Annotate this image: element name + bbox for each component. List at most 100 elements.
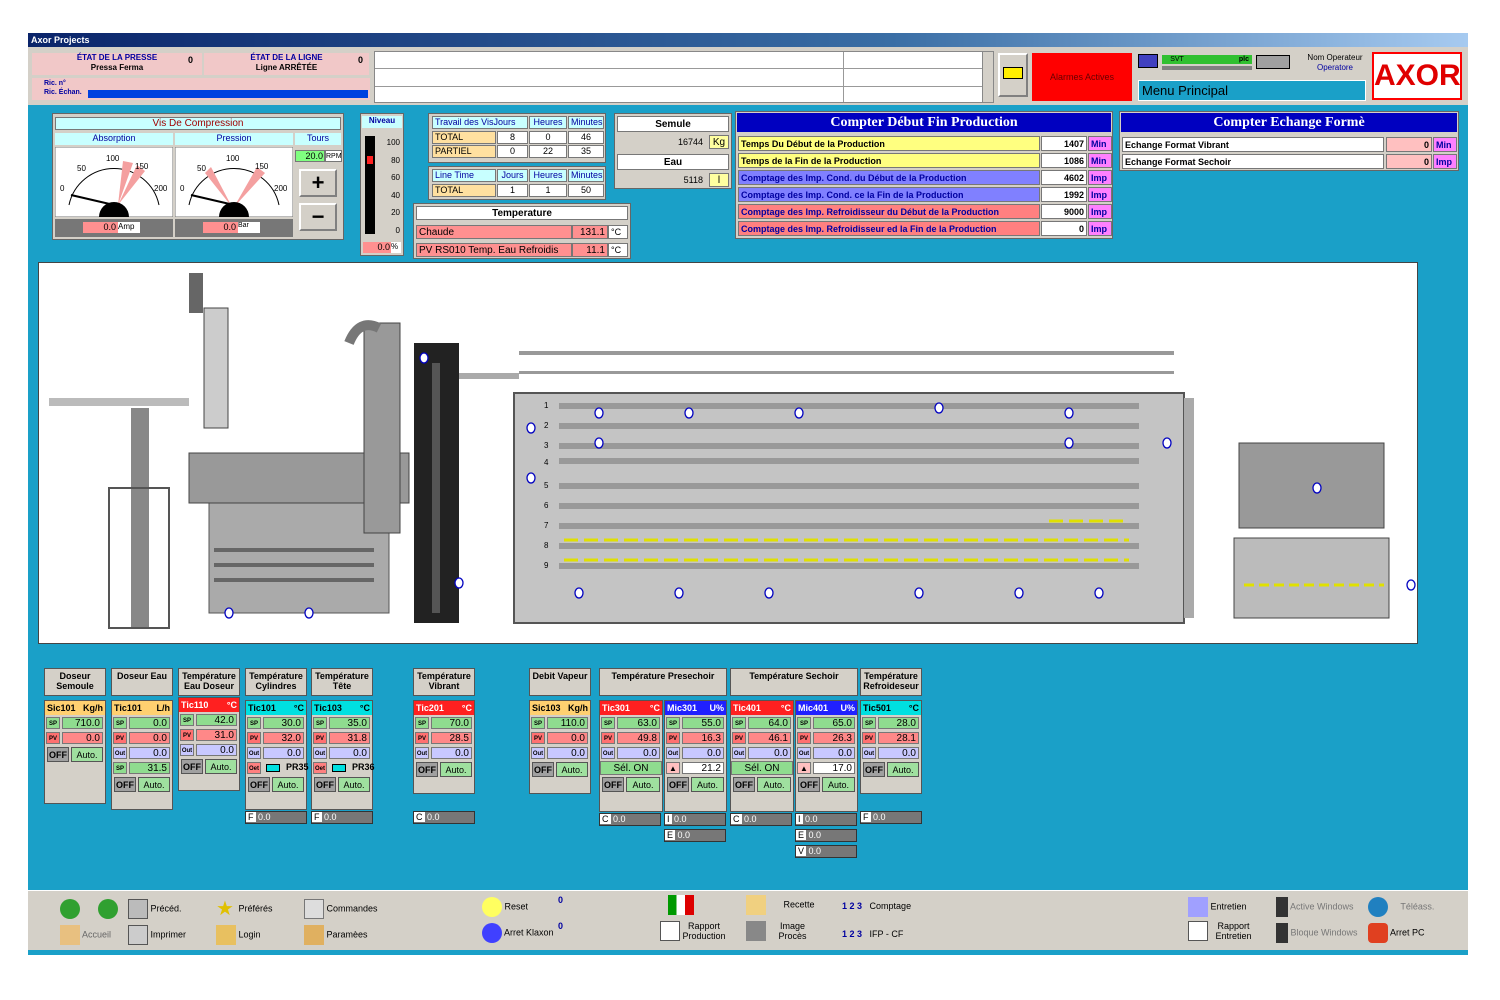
- off-button[interactable]: OFF: [181, 759, 203, 774]
- auto-button[interactable]: Auto.: [205, 759, 237, 774]
- production-row-label: Temps Du Début de la Production: [738, 136, 1040, 151]
- off-button[interactable]: OFF: [114, 777, 136, 792]
- process-value-row: PV 46.1: [731, 731, 793, 745]
- setpoint-row[interactable]: SP 110.0: [530, 716, 590, 730]
- process-value-row: PV 28.1: [861, 731, 921, 745]
- commandes-button[interactable]: Commandes: [304, 899, 378, 919]
- auto-button[interactable]: Auto.: [338, 777, 370, 792]
- work-total-label: TOTAL: [432, 131, 496, 144]
- setpoint-row[interactable]: SP 710.0: [45, 716, 105, 730]
- selection-toggle[interactable]: Sél. ON: [731, 761, 793, 775]
- auto-button[interactable]: Auto.: [822, 777, 855, 792]
- increase-button[interactable]: +: [299, 169, 337, 197]
- selection-toggle[interactable]: Sél. ON: [600, 761, 662, 775]
- accueil-button[interactable]: Accueil: [60, 925, 111, 945]
- doseur-eau-header: Doseur Eau: [111, 668, 173, 696]
- production-row-label: Comptage des Imp. Refroidisseur ed la Fi…: [738, 221, 1040, 236]
- auto-button[interactable]: Auto.: [691, 777, 724, 792]
- off-button[interactable]: OFF: [602, 777, 624, 792]
- dryer-level-label: 6: [544, 501, 549, 510]
- arret-pc-button[interactable]: Arret PC: [1368, 923, 1425, 943]
- preferes-label: Préférés: [238, 903, 273, 914]
- temp-presechoir-header: Température Presechoir: [599, 668, 727, 696]
- imprimer-button[interactable]: Imprimer: [128, 925, 186, 945]
- recette-button[interactable]: Recette: [746, 895, 815, 915]
- setpoint-row[interactable]: SP 0.0: [112, 716, 172, 730]
- press-state-value: Pressa Ferma: [90, 63, 144, 72]
- svg-text:50: 50: [197, 164, 206, 173]
- svg-text:150: 150: [255, 162, 269, 171]
- temp-vibrant-header: Température Vibrant: [413, 668, 475, 696]
- off-button[interactable]: OFF: [733, 777, 755, 792]
- off-button[interactable]: OFF: [314, 777, 336, 792]
- setpoint-row[interactable]: SP 64.0: [731, 716, 793, 730]
- ifp-cf-button[interactable]: 1 2 3 IFP - CF: [842, 929, 903, 939]
- work-partiel-label: PARTIEL: [432, 145, 496, 158]
- niveau-value: 0.0: [363, 242, 391, 253]
- auto-button[interactable]: Auto.: [757, 777, 791, 792]
- forward-button[interactable]: [98, 899, 118, 919]
- production-row-value: 4602: [1041, 170, 1087, 185]
- off-button[interactable]: OFF: [248, 777, 270, 792]
- auto-button[interactable]: Auto.: [887, 762, 919, 777]
- setpoint-row[interactable]: SP 42.0: [179, 713, 239, 727]
- setpoint-row[interactable]: SP 70.0: [414, 716, 474, 730]
- auto-button[interactable]: Auto.: [556, 762, 588, 777]
- rapport-entretien-button[interactable]: Rapport Entretien: [1188, 921, 1252, 941]
- setpoint-row[interactable]: SP 65.0: [796, 716, 857, 730]
- off-button[interactable]: OFF: [798, 777, 820, 792]
- niveau-title: Niveau: [362, 116, 402, 128]
- auto-button[interactable]: Auto.: [71, 747, 103, 762]
- entretien-button[interactable]: Entretien: [1188, 897, 1247, 917]
- setpoint-row[interactable]: SP 63.0: [600, 716, 662, 730]
- off-button[interactable]: OFF: [47, 747, 69, 762]
- temp-refroid-value: 11.1: [572, 243, 608, 257]
- off-button[interactable]: OFF: [532, 762, 554, 777]
- vis-title: Vis De Compression: [55, 117, 341, 130]
- preferes-button[interactable]: ★ Préférés: [216, 899, 273, 919]
- active-windows-button[interactable]: Active Windows: [1276, 897, 1354, 917]
- off-button[interactable]: OFF: [863, 762, 885, 777]
- reset-count: 0: [558, 895, 564, 905]
- bloque-windows-button[interactable]: Bloque Windows: [1276, 923, 1358, 943]
- auto-button[interactable]: Auto.: [138, 777, 170, 792]
- teleass-button[interactable]: Téléass.: [1368, 897, 1434, 917]
- auto-button[interactable]: Auto.: [626, 777, 660, 792]
- alarm-arrow-button[interactable]: [998, 53, 1028, 97]
- auto-button[interactable]: Auto.: [440, 762, 472, 777]
- tag-label: Tic401 °C: [731, 701, 793, 715]
- setpoint-row[interactable]: SP 28.0: [861, 716, 921, 730]
- back-button[interactable]: [60, 899, 80, 919]
- parametres-button[interactable]: Paramèes: [304, 925, 368, 945]
- image-proces-button[interactable]: Image Procès: [746, 921, 807, 941]
- setpoint-row[interactable]: SP 30.0: [246, 716, 306, 730]
- decrease-button[interactable]: −: [299, 203, 337, 231]
- output-value: 0.0: [682, 747, 724, 759]
- off-button[interactable]: OFF: [416, 762, 438, 777]
- main-menu-button[interactable]: Menu Principal: [1138, 80, 1366, 101]
- process-value: 26.3: [813, 732, 855, 744]
- alarm-active-button[interactable]: Alarmes Actives: [1032, 53, 1132, 101]
- off-button[interactable]: OFF: [667, 777, 689, 792]
- setpoint-row[interactable]: SP 55.0: [665, 716, 726, 730]
- settings-icon: [304, 925, 324, 945]
- amp-value: 0.0: [83, 222, 118, 233]
- language-button[interactable]: [668, 895, 694, 915]
- setpoint-row[interactable]: SP 35.0: [312, 716, 372, 730]
- arret-klaxon-button[interactable]: Arret Klaxon: [482, 923, 554, 943]
- message-scrollbar[interactable]: [982, 52, 993, 102]
- setpoint-value: 30.0: [263, 717, 304, 729]
- auto-button[interactable]: Auto.: [272, 777, 304, 792]
- login-button[interactable]: Login: [216, 925, 261, 945]
- output-value: 0.0: [129, 747, 170, 759]
- setpoint-percent-row[interactable]: SP 31.5: [112, 761, 172, 775]
- message-list[interactable]: [374, 51, 994, 103]
- niveau-panel: Niveau 100 80 60 40 20 0 0.0 %: [360, 113, 404, 256]
- reset-button[interactable]: Reset: [482, 897, 528, 917]
- process-value: 16.3: [682, 732, 724, 744]
- comptage-button[interactable]: 1 2 3 Comptage: [842, 901, 911, 911]
- rapport-production-button[interactable]: Rapport Production: [660, 921, 726, 941]
- arrow-right-icon: [1003, 67, 1023, 79]
- preced-button[interactable]: Précéd.: [128, 899, 182, 919]
- production-row-label: Temps de la Fin de la Production: [738, 153, 1040, 168]
